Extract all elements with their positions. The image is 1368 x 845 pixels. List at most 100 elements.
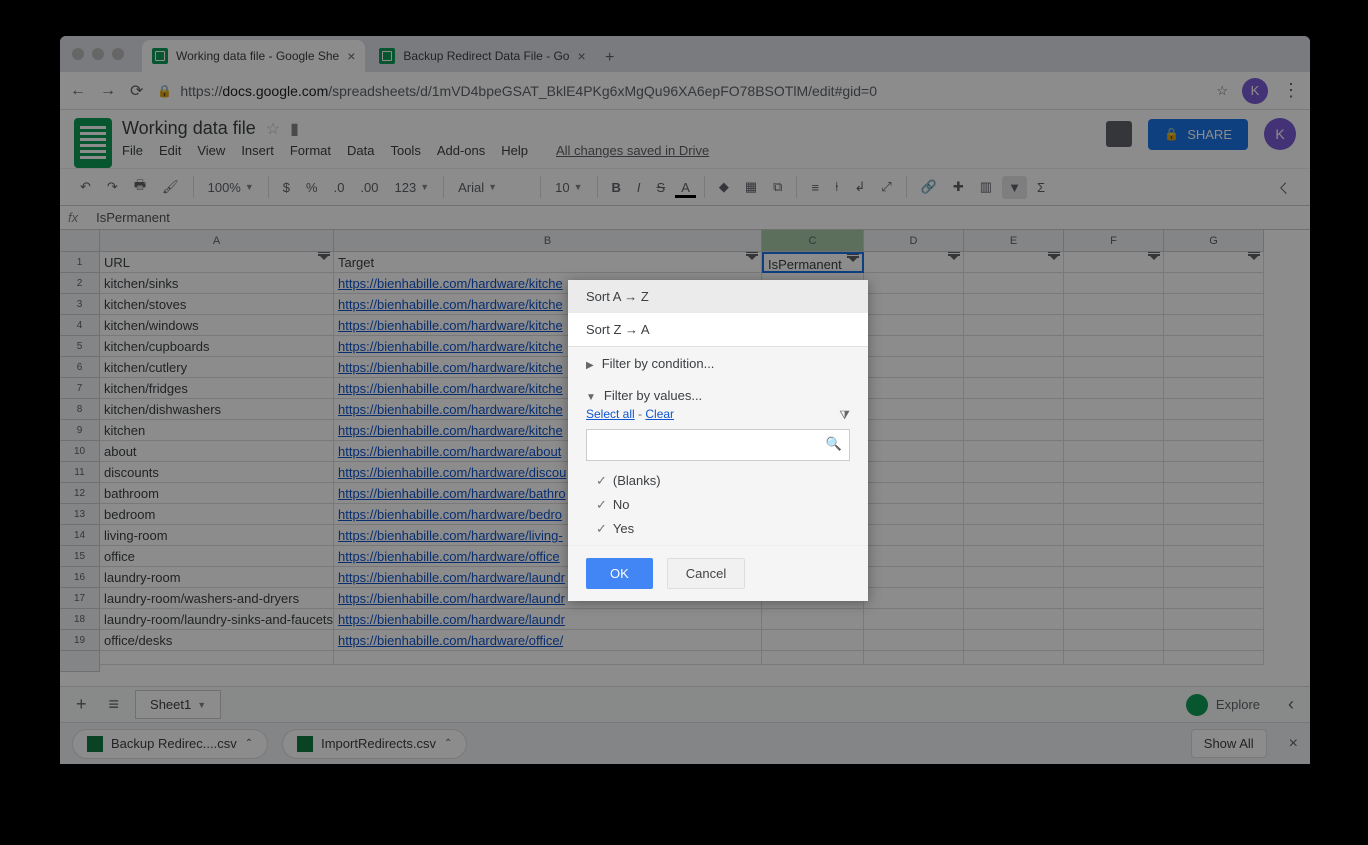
cell[interactable] — [1064, 525, 1164, 546]
cell[interactable] — [864, 420, 964, 441]
cell[interactable]: discounts — [100, 462, 334, 483]
fillcolor-button[interactable]: ◆ — [713, 175, 735, 199]
cell[interactable] — [1164, 336, 1264, 357]
cell[interactable]: kitchen/cupboards — [100, 336, 334, 357]
cell[interactable] — [1064, 588, 1164, 609]
cell[interactable] — [1164, 399, 1264, 420]
sheet-tab[interactable]: Sheet1▼ — [135, 690, 221, 719]
row-header[interactable]: 16 — [60, 567, 100, 588]
cell[interactable]: kitchen/windows — [100, 315, 334, 336]
filter-by-values[interactable]: ▼Filter by values... — [586, 388, 850, 403]
cell[interactable] — [964, 609, 1064, 630]
traffic-light-max[interactable] — [112, 48, 124, 60]
ok-button[interactable]: OK — [586, 558, 653, 589]
menu-view[interactable]: View — [197, 143, 225, 158]
cell[interactable] — [964, 441, 1064, 462]
cell[interactable] — [1164, 483, 1264, 504]
cell[interactable] — [1164, 357, 1264, 378]
wrap-button[interactable]: ↲ — [848, 175, 871, 199]
url-field[interactable]: 🔒 https://docs.google.com/spreadsheets/d… — [157, 83, 1202, 99]
select-all-link[interactable]: Select all — [586, 407, 635, 421]
cell[interactable]: https://bienhabille.com/hardware/laundr — [334, 609, 762, 630]
menu-data[interactable]: Data — [347, 143, 374, 158]
cell[interactable]: laundry-room/washers-and-dryers — [100, 588, 334, 609]
menu-addons[interactable]: Add-ons — [437, 143, 485, 158]
cell[interactable] — [1164, 525, 1264, 546]
cell[interactable] — [1064, 399, 1164, 420]
account-avatar[interactable]: K — [1264, 118, 1296, 150]
side-panel-toggle[interactable]: ‹ — [1282, 694, 1300, 715]
cell[interactable] — [864, 588, 964, 609]
cell[interactable] — [864, 630, 964, 651]
merge-button[interactable]: ⧉ — [767, 175, 788, 199]
clear-link[interactable]: Clear — [645, 407, 674, 421]
cell[interactable]: bathroom — [100, 483, 334, 504]
forward-button[interactable]: → — [100, 82, 116, 100]
menu-file[interactable]: File — [122, 143, 143, 158]
tab-active[interactable]: Working data file - Google She × — [142, 40, 365, 72]
col-header-c[interactable]: C — [762, 230, 864, 252]
traffic-light-close[interactable] — [72, 48, 84, 60]
filter-icon[interactable] — [319, 255, 329, 260]
formula-bar[interactable]: fx IsPermanent — [60, 206, 1310, 230]
cell[interactable] — [762, 609, 864, 630]
menu-insert[interactable]: Insert — [241, 143, 274, 158]
format-select[interactable]: 123▼ — [389, 180, 436, 195]
close-downloads-bar[interactable]: × — [1289, 735, 1298, 753]
filter-by-condition[interactable]: ▶Filter by condition... — [568, 347, 868, 380]
cell[interactable]: kitchen — [100, 420, 334, 441]
chevron-up-icon[interactable]: ⌃ — [245, 738, 253, 749]
filter-icon[interactable]: ⧩ — [839, 408, 850, 423]
cell[interactable]: kitchen/fridges — [100, 378, 334, 399]
row-header[interactable]: 3 — [60, 294, 100, 315]
cell[interactable] — [1164, 252, 1264, 273]
cell[interactable] — [864, 504, 964, 525]
filter-icon[interactable] — [1249, 255, 1259, 260]
percent-button[interactable]: % — [300, 176, 324, 199]
folder-icon[interactable]: ▮ — [290, 119, 299, 139]
cell[interactable] — [1064, 483, 1164, 504]
cell[interactable] — [964, 420, 1064, 441]
filter-icon[interactable] — [949, 255, 959, 260]
cell[interactable]: office — [100, 546, 334, 567]
cancel-button[interactable]: Cancel — [667, 558, 745, 589]
cell[interactable] — [1164, 630, 1264, 651]
chrome-menu-icon[interactable]: ⋮ — [1282, 80, 1300, 101]
cell[interactable]: kitchen/stoves — [100, 294, 334, 315]
cell[interactable] — [1164, 378, 1264, 399]
star-icon[interactable]: ☆ — [266, 119, 280, 139]
filter-search-input[interactable] — [586, 429, 850, 461]
valign-button[interactable]: ⍿ — [829, 175, 844, 199]
zoom-select[interactable]: 100%▼ — [202, 180, 260, 195]
cell[interactable] — [1164, 420, 1264, 441]
row-header[interactable]: 11 — [60, 462, 100, 483]
cell[interactable] — [1064, 462, 1164, 483]
profile-avatar[interactable]: K — [1242, 78, 1268, 104]
row-header[interactable]: 18 — [60, 609, 100, 630]
cell[interactable] — [964, 546, 1064, 567]
filter-icon[interactable] — [1049, 255, 1059, 260]
cell[interactable] — [864, 546, 964, 567]
select-all-corner[interactable] — [60, 230, 100, 252]
cell[interactable] — [1164, 588, 1264, 609]
cell[interactable] — [864, 399, 964, 420]
cell[interactable] — [762, 630, 864, 651]
cell[interactable] — [864, 357, 964, 378]
cell[interactable] — [964, 315, 1064, 336]
cell[interactable] — [1064, 273, 1164, 294]
menu-edit[interactable]: Edit — [159, 143, 181, 158]
borders-button[interactable]: ▦ — [739, 175, 763, 199]
filter-icon[interactable] — [1149, 255, 1159, 260]
paint-format-button[interactable]: 🖌 — [156, 175, 185, 199]
cell[interactable]: laundry-room — [100, 567, 334, 588]
show-all-downloads[interactable]: Show All — [1191, 729, 1267, 758]
menu-format[interactable]: Format — [290, 143, 331, 158]
dec-decrease-button[interactable]: .0 — [328, 176, 351, 199]
cell[interactable] — [964, 588, 1064, 609]
filter-value-option[interactable]: ✓Yes — [586, 517, 850, 541]
chevron-up-icon[interactable]: ⌃ — [444, 738, 452, 749]
cell[interactable]: office/desks — [100, 630, 334, 651]
col-header-g[interactable]: G — [1164, 230, 1264, 252]
currency-button[interactable]: $ — [277, 176, 296, 199]
cell[interactable]: kitchen/dishwashers — [100, 399, 334, 420]
